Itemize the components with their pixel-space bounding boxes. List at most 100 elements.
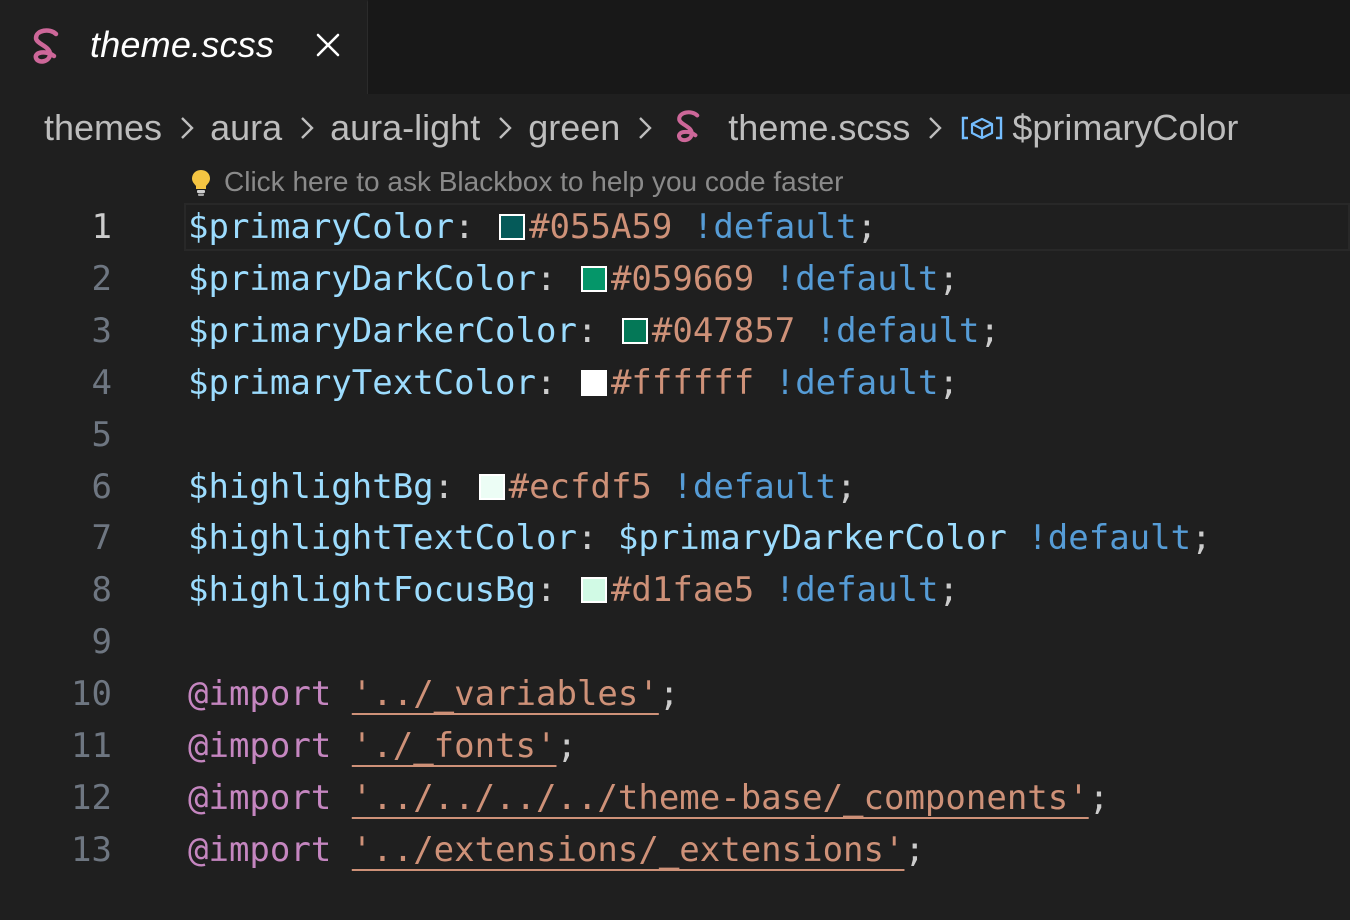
semicolon: ; [556,726,577,766]
code-editor[interactable]: 1 $primaryColor: #055A59 !default; 2 $prima… [0,200,1350,920]
line-number: 3 [91,310,112,351]
line-number: 6 [91,466,112,507]
line-code: $primaryDarkerColor: #047857 !default; [188,305,1000,357]
semicolon: ; [1088,777,1110,818]
code-line[interactable]: 5 [0,409,1350,461]
semicolon: ; [658,674,680,715]
variable-name: $highlightBg [188,466,434,507]
colon: : [576,518,618,559]
breadcrumb-item-themes[interactable]: themes [44,107,162,149]
line-number: 7 [91,518,112,559]
lightbulb-icon [192,170,210,196]
color-swatch[interactable] [499,214,526,240]
variable-reference: $primaryDarkerColor [617,518,1007,559]
code-line[interactable]: 11 @import './_fonts'; [0,720,1350,772]
line-number: 13 [71,829,112,870]
hint-text: Click here to ask Blackbox to help you c… [224,166,844,197]
variable-name: $highlightTextColor [188,518,577,559]
colon: : [433,466,475,507]
line-number: 12 [71,777,112,818]
line-number: 1 [91,207,112,247]
semicolon: ; [1191,518,1212,559]
breadcrumb: themes aura aura-light green theme.scss … [44,100,1350,156]
line-number: 9 [91,622,112,663]
import-path-link[interactable]: './_fonts' [352,726,557,766]
code-line[interactable]: 10 @import '../_variables'; [0,668,1350,720]
semicolon: ; [938,258,959,299]
color-value: #ffffff [610,362,755,403]
variable-name: $primaryTextColor [188,362,536,403]
breadcrumb-item-aura-light[interactable]: aura-light [330,107,480,149]
line-code: $primaryTextColor: #ffffff !default; [188,357,959,409]
close-icon[interactable] [312,29,344,61]
semicolon: ; [836,466,857,507]
line-code: @import '../../../../theme-base/_compone… [188,772,1109,824]
import-path-link[interactable]: '../_variables' [352,674,659,714]
line-number: 8 [91,570,112,611]
line-code: $highlightBg: #ecfdf5 !default; [188,461,857,513]
colon: : [536,258,577,299]
semicolon: ; [856,207,878,247]
line-code: @import './_fonts'; [188,720,577,772]
color-swatch[interactable] [621,317,648,344]
colon: : [536,570,577,611]
tab-theme-scss[interactable]: theme.scss [0,0,368,94]
color-value: #059669 [610,258,755,299]
line-number: 2 [91,258,112,299]
code-line[interactable]: 2 $primaryDarkColor: #059669 !default; [0,253,1350,305]
code-line[interactable]: 1 $primaryColor: #055A59 !default; [0,201,1350,253]
color-swatch[interactable] [580,577,607,604]
sass-file-icon [33,28,59,64]
variable-name: $primaryColor [188,207,455,247]
line-code: @import '../_variables'; [188,668,679,720]
semicolon: ; [938,362,959,403]
sass-file-icon [677,110,700,143]
code-line[interactable]: 13 @import '../extensions/_extensions'; [0,824,1350,876]
breadcrumb-item-aura[interactable]: aura [210,107,282,149]
color-swatch[interactable] [580,265,607,292]
line-code: @import '../extensions/_extensions'; [188,824,925,876]
import-keyword: @import [188,674,332,715]
import-keyword: @import [188,726,332,766]
line-number: 10 [71,674,112,715]
breadcrumb-item-primary-color[interactable]: $primaryColor [1012,107,1238,149]
semicolon: ; [979,310,1000,351]
semicolon: ; [938,570,959,611]
variable-name: $highlightFocusBg [188,570,536,611]
code-line[interactable]: 12 @import '../../../../theme-base/_compo… [0,772,1350,824]
color-swatch[interactable] [580,369,607,396]
color-swatch[interactable] [478,473,505,500]
tab-title: theme.scss [90,24,275,65]
line-number: 4 [91,362,112,403]
line-code: $primaryColor: #055A59 !default; [188,201,877,253]
variable-name: $primaryDarkColor [188,258,536,299]
code-line[interactable]: 6 $highlightBg: #ecfdf5 !default; [0,461,1350,513]
default-flag: !default [774,258,939,299]
code-line[interactable]: 7 $highlightTextColor: $primaryDarkerColo… [0,512,1350,564]
import-path-link[interactable]: '../../../../theme-base/_components' [352,778,1089,818]
default-flag: !default [1027,518,1192,559]
blackbox-hint[interactable]: Click here to ask Blackbox to help you c… [188,164,843,200]
import-path-link[interactable]: '../extensions/_extensions' [352,830,905,870]
code-line[interactable]: 4 $primaryTextColor: #ffffff !default; [0,357,1350,409]
chevron-right-icon [181,117,194,139]
line-code: $highlightTextColor: $primaryDarkerColor… [188,512,1212,564]
code-line[interactable]: 9 [0,616,1350,668]
breadcrumb-item-green[interactable]: green [528,107,620,149]
line-number: 5 [91,414,112,455]
code-line[interactable]: 8 $highlightFocusBg: #d1fae5 !default; [0,564,1350,616]
breadcrumb-item-theme-scss[interactable]: theme.scss [728,107,910,149]
semicolon: ; [904,829,925,870]
line-code: $highlightFocusBg: #d1fae5 !default; [188,564,959,616]
code-line[interactable]: 3 $primaryDarkerColor: #047857 !default; [0,305,1350,357]
